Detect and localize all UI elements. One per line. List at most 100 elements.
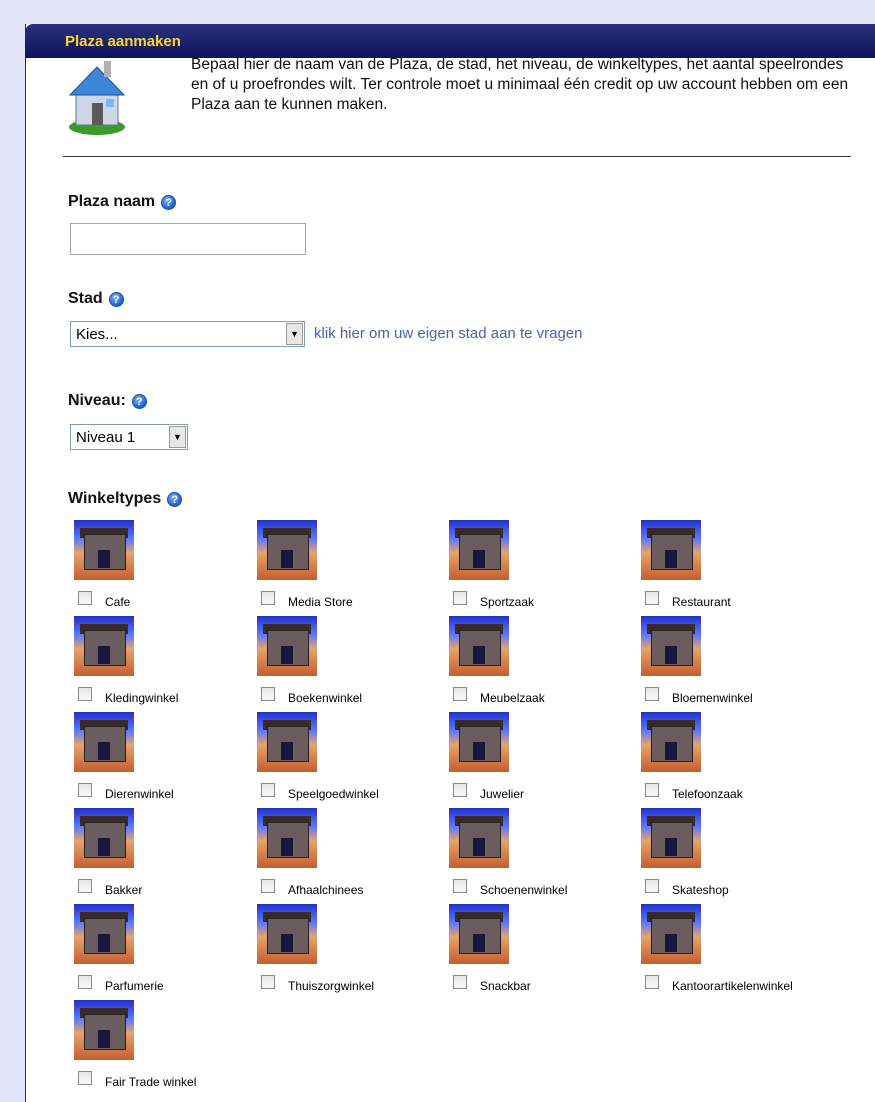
shop-type-label: Boekenwinkel [288, 691, 363, 705]
shop-image [641, 616, 701, 676]
shop-image [641, 712, 701, 772]
shop-type-label: Snackbar [480, 979, 531, 993]
shop-image [641, 808, 701, 868]
shop-type-item[interactable]: Schoenenwinkel [445, 808, 625, 906]
level-select[interactable]: Niveau 1 ▼ [70, 424, 188, 450]
shop-type-label: Speelgoedwinkel [288, 787, 379, 801]
shop-type-label: Dierenwinkel [105, 787, 174, 801]
help-icon[interactable]: ? [167, 491, 183, 507]
shop-type-item[interactable]: Juwelier [445, 712, 625, 810]
shop-type-checkbox[interactable] [645, 687, 659, 701]
intro-text: Bepaal hier de naam van de Plaza, de sta… [191, 56, 849, 113]
shop-type-label: Bakker [105, 883, 143, 897]
shop-image [449, 808, 509, 868]
shop-type-item[interactable]: Thuiszorgwinkel [253, 904, 433, 1002]
shop-type-checkbox[interactable] [78, 687, 92, 701]
shop-image [74, 616, 134, 676]
plaza-name-input[interactable] [70, 223, 306, 255]
plaza-name-heading: Plaza naam ? [68, 193, 177, 211]
shop-type-checkbox[interactable] [261, 879, 275, 893]
panel-header: Plaza aanmaken [25, 24, 875, 58]
shop-image [74, 1000, 134, 1060]
shop-type-checkbox[interactable] [78, 783, 92, 797]
shop-type-checkbox[interactable] [453, 975, 467, 989]
shop-image [257, 712, 317, 772]
shop-type-checkbox[interactable] [261, 687, 275, 701]
shop-type-item[interactable]: Bloemenwinkel [637, 616, 817, 714]
shop-type-label: Meubelzaak [480, 691, 545, 705]
chevron-down-icon[interactable]: ▼ [169, 426, 186, 448]
shop-type-checkbox[interactable] [453, 783, 467, 797]
shop-type-item[interactable]: Sportzaak [445, 520, 625, 618]
city-select-value: Kies... [76, 326, 118, 343]
shop-type-item[interactable]: Restaurant [637, 520, 817, 618]
shop-type-checkbox[interactable] [78, 975, 92, 989]
shop-type-item[interactable]: Snackbar [445, 904, 625, 1002]
help-icon[interactable]: ? [131, 393, 147, 409]
level-heading: Niveau: ? [68, 392, 147, 410]
shop-type-label: Bloemenwinkel [672, 691, 753, 705]
shop-image [257, 904, 317, 964]
help-icon[interactable]: ? [161, 194, 177, 210]
shop-type-checkbox[interactable] [78, 591, 92, 605]
shop-image [74, 520, 134, 580]
shop-type-checkbox[interactable] [645, 975, 659, 989]
shop-image [449, 904, 509, 964]
shop-type-item[interactable]: Afhaalchinees [253, 808, 433, 906]
help-icon[interactable]: ? [108, 291, 124, 307]
shop-image [257, 616, 317, 676]
shop-type-item[interactable]: Boekenwinkel [253, 616, 433, 714]
shop-image [449, 520, 509, 580]
shop-type-item[interactable]: Dierenwinkel [70, 712, 250, 810]
request-city-link[interactable]: klik hier om uw eigen stad aan te vragen [314, 325, 582, 342]
shop-type-checkbox[interactable] [453, 687, 467, 701]
shop-image [257, 520, 317, 580]
shop-types-heading: Winkeltypes ? [68, 490, 183, 508]
shop-type-label: Media Store [288, 595, 353, 609]
divider [63, 156, 851, 157]
shop-type-label: Kledingwinkel [105, 691, 179, 705]
shop-type-item[interactable]: Meubelzaak [445, 616, 625, 714]
shop-type-item[interactable]: Telefoonzaak [637, 712, 817, 810]
shop-type-item[interactable]: Parfumerie [70, 904, 250, 1002]
shop-type-item[interactable]: Skateshop [637, 808, 817, 906]
level-select-value: Niveau 1 [76, 429, 136, 446]
chevron-down-icon[interactable]: ▼ [286, 323, 303, 345]
shop-type-label: Juwelier [480, 787, 525, 801]
shop-type-checkbox[interactable] [261, 975, 275, 989]
shop-image [641, 520, 701, 580]
shop-type-label: Parfumerie [105, 979, 164, 993]
shop-type-item[interactable]: Media Store [253, 520, 433, 618]
shop-types-label: Winkeltypes [68, 490, 162, 507]
shop-type-checkbox[interactable] [453, 879, 467, 893]
shop-type-label: Afhaalchinees [288, 883, 364, 897]
shop-type-checkbox[interactable] [453, 591, 467, 605]
city-select[interactable]: Kies... ▼ [70, 321, 305, 347]
shop-type-label: Skateshop [672, 883, 729, 897]
shop-type-checkbox[interactable] [261, 591, 275, 605]
shop-type-item[interactable]: Kledingwinkel [70, 616, 250, 714]
shop-type-item[interactable]: Kantoorartikelenwinkel [637, 904, 817, 1002]
house-icon [68, 61, 126, 135]
shop-image [257, 808, 317, 868]
shop-type-checkbox[interactable] [645, 879, 659, 893]
shop-type-label: Fair Trade winkel [105, 1075, 197, 1089]
city-label: Stad [68, 290, 103, 307]
shop-type-checkbox[interactable] [78, 879, 92, 893]
shop-type-item[interactable]: Speelgoedwinkel [253, 712, 433, 810]
shop-type-label: Thuiszorgwinkel [288, 979, 375, 993]
shop-image [74, 808, 134, 868]
shop-type-checkbox[interactable] [78, 1071, 92, 1085]
shop-type-checkbox[interactable] [261, 783, 275, 797]
shop-image [641, 904, 701, 964]
shop-type-item[interactable]: Cafe [70, 520, 250, 618]
shop-type-label: Schoenenwinkel [480, 883, 568, 897]
shop-type-label: Kantoorartikelenwinkel [672, 979, 793, 993]
shop-type-checkbox[interactable] [645, 783, 659, 797]
city-heading: Stad ? [68, 290, 124, 308]
shop-type-item[interactable]: Fair Trade winkel [70, 1000, 250, 1098]
shop-type-checkbox[interactable] [645, 591, 659, 605]
shop-image [74, 712, 134, 772]
panel-title: Plaza aanmaken [65, 33, 181, 50]
shop-type-item[interactable]: Bakker [70, 808, 250, 906]
